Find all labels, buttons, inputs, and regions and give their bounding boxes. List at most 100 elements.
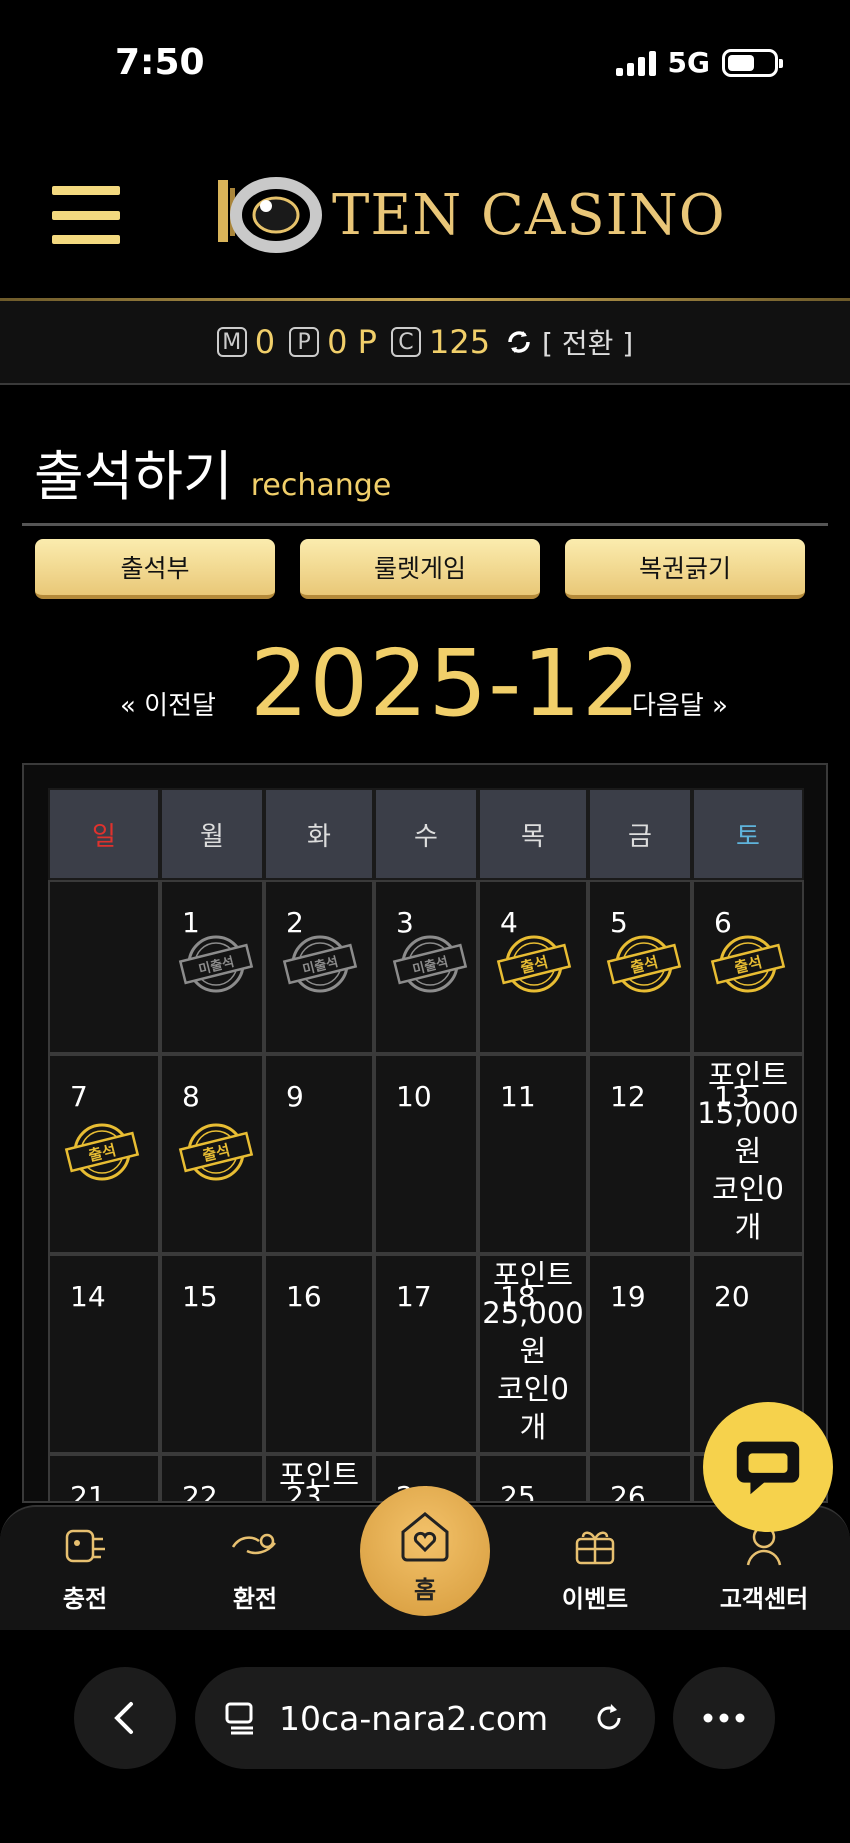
day-number: 17	[396, 1280, 432, 1313]
weekday-label: 목	[478, 788, 588, 880]
balance-bar: M 0 P 0 P C 125 [ 전환 ]	[0, 301, 850, 385]
reward-line: 15,000	[697, 1096, 799, 1130]
nav-event-label: 이벤트	[561, 1585, 629, 1613]
attendance-calendar: 일 월 화 수 목 금 토 1 미출석 2 미출석 3 미출석 4 출석 5 출석 6 출석 7 출석 8 출석 9 10 11 1…	[22, 763, 828, 1503]
calendar-day-cell[interactable]: 9	[264, 1054, 374, 1254]
calendar-grid: 일 월 화 수 목 금 토 1 미출석 2 미출석 3 미출석 4 출석 5 출석 6 출석 7 출석 8 출석 9 10 11 1…	[48, 788, 804, 1503]
calendar-day-cell[interactable]: 26	[588, 1454, 692, 1501]
calendar-day-cell[interactable]: 18 포인트 25,000 원 코인0 개	[478, 1254, 588, 1454]
exchange-icon	[231, 1533, 276, 1555]
reward-line: 포인트	[492, 1258, 574, 1292]
tab-overview-icon[interactable]	[223, 1700, 259, 1736]
reward-info: 포인트 15,000 원 코인0 개	[686, 1056, 810, 1246]
reward-line: 원	[734, 1134, 762, 1168]
weekday-label: 월	[160, 788, 264, 880]
switch-button[interactable]: [ 전환 ]	[504, 322, 633, 362]
nav-charge[interactable]: 충전	[15, 1517, 155, 1614]
missed-stamp-icon: 미출석	[282, 935, 358, 993]
site-logo[interactable]: TEN CASINO	[214, 170, 726, 260]
calendar-week-row: 14 15 16 17 18 포인트 25,000 원 코인0 개 19 20	[48, 1254, 804, 1454]
tab-attendance[interactable]: 출석부	[35, 539, 275, 599]
point-icon: P	[289, 327, 320, 357]
browser-url-bar[interactable]: 10ca-nara2.com	[195, 1667, 655, 1769]
calendar-day-cell[interactable]: 19	[588, 1254, 692, 1454]
weekday-label: 수	[374, 788, 478, 880]
page-subtitle: rechange	[250, 468, 392, 503]
calendar-day-cell[interactable]: 23포인트20,000	[264, 1454, 374, 1501]
calendar-day-cell[interactable]: 7 출석	[48, 1054, 160, 1254]
battery-icon	[722, 48, 783, 77]
money-icon: M	[216, 327, 247, 357]
next-month-link[interactable]: 다음달 »	[632, 685, 728, 722]
tab-bar: 출석부 룰렛게임 복권긁기	[35, 539, 805, 599]
calendar-day-cell[interactable]: 13 포인트 15,000 원 코인0 개	[692, 1054, 804, 1254]
calendar-day-cell[interactable]: 3 미출석	[374, 880, 478, 1054]
reward-line: 25,000	[482, 1296, 584, 1330]
prev-month-link[interactable]: « 이전달	[120, 685, 216, 722]
weekday-label: 일	[48, 788, 160, 880]
chat-icon	[736, 1441, 800, 1495]
day-number: 22	[182, 1480, 218, 1503]
reward-line: 코인0	[712, 1172, 784, 1206]
calendar-day-cell[interactable]: 8 출석	[160, 1054, 264, 1254]
calendar-day-cell[interactable]: 22	[160, 1454, 264, 1503]
calendar-day-cell[interactable]: 6 출석	[692, 880, 804, 1054]
refresh-icon	[508, 331, 530, 353]
calendar-day-cell[interactable]: 15	[160, 1254, 264, 1454]
calendar-day-cell[interactable]: 1 미출석	[160, 880, 264, 1054]
day-number: 16	[286, 1280, 322, 1313]
calendar-day-cell[interactable]: 21	[48, 1454, 160, 1501]
calendar-day-cell[interactable]: 17	[374, 1254, 478, 1454]
browser-more-button[interactable]	[673, 1667, 775, 1769]
calendar-day-cell[interactable]	[48, 880, 160, 1054]
reward-line: 코인0	[497, 1372, 569, 1406]
day-number: 25	[500, 1480, 536, 1503]
browser-url-text: 10ca-nara2.com	[279, 1698, 549, 1738]
status-time: 7:50	[115, 42, 205, 83]
day-number: 12	[610, 1080, 646, 1113]
calendar-day-cell[interactable]: 11	[478, 1054, 588, 1254]
reload-icon[interactable]	[591, 1700, 627, 1736]
money-balance: M 0	[216, 323, 276, 361]
calendar-day-cell[interactable]: 5 출석	[588, 880, 692, 1054]
nav-exchange[interactable]: 환전	[185, 1517, 325, 1614]
weekday-label: 화	[264, 788, 374, 880]
chat-button[interactable]	[703, 1402, 833, 1532]
current-month: 2025-12	[250, 630, 642, 737]
page-title-text: 출석하기	[34, 445, 233, 508]
network-label: 5G	[667, 46, 710, 79]
calendar-day-cell[interactable]: 10	[374, 1054, 478, 1254]
day-number: 8	[182, 1080, 200, 1113]
chevron-left-icon	[114, 1702, 133, 1734]
nav-home[interactable]: 홈	[360, 1486, 490, 1616]
charge-icon	[65, 1529, 105, 1563]
browser-toolbar: 10ca-nara2.com	[0, 1630, 850, 1843]
title-divider	[22, 523, 828, 526]
logo-mark-icon	[218, 177, 322, 253]
browser-back-button[interactable]	[74, 1667, 176, 1769]
money-value: 0	[254, 323, 276, 361]
day-number: 9	[286, 1080, 304, 1113]
calendar-day-cell[interactable]: 4 출석	[478, 880, 588, 1054]
reward-line: 20,000	[258, 1494, 380, 1501]
calendar-header: 일월화수목금토	[48, 788, 804, 880]
calendar-day-cell[interactable]: 25	[478, 1454, 588, 1503]
reward-line: 개	[519, 1410, 547, 1444]
tab-lottery[interactable]: 복권긁기	[565, 539, 805, 599]
tab-roulette[interactable]: 룰렛게임	[300, 539, 540, 599]
calendar-day-cell[interactable]: 14	[48, 1254, 160, 1454]
day-number: 10	[396, 1080, 432, 1113]
attended-stamp-icon: 출석	[710, 935, 786, 993]
calendar-day-cell[interactable]: 12	[588, 1054, 692, 1254]
menu-icon[interactable]	[52, 186, 120, 244]
weekday-label: 금	[588, 788, 692, 880]
reward-line: 포인트	[707, 1058, 789, 1092]
calendar-day-cell[interactable]: 2 미출석	[264, 880, 374, 1054]
reward-info: 포인트 25,000 원 코인0 개	[472, 1256, 594, 1446]
calendar-day-cell[interactable]: 16	[264, 1254, 374, 1454]
switch-label: [ 전환 ]	[542, 327, 634, 360]
more-dots-icon	[703, 1713, 745, 1723]
coin-value: 125	[428, 323, 491, 361]
day-number: 14	[70, 1280, 106, 1313]
nav-event[interactable]: 이벤트	[525, 1517, 665, 1614]
